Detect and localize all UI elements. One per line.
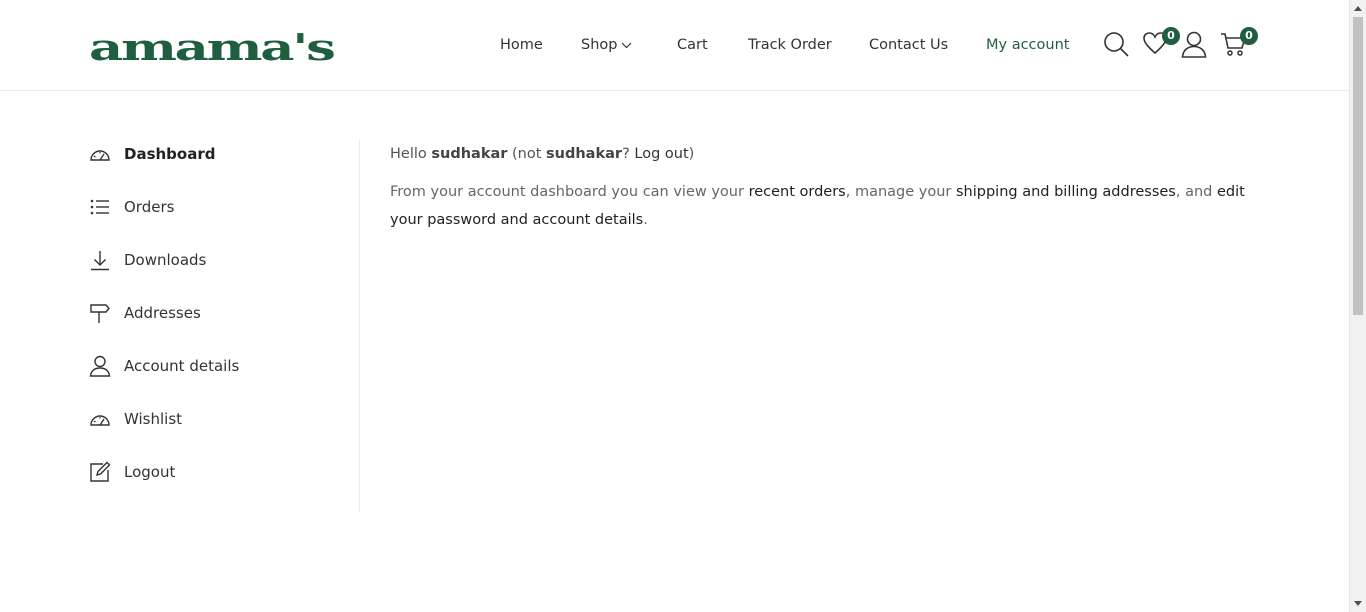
sidebar-item-addresses[interactable]: Addresses (89, 299, 201, 327)
nav-contact-us[interactable]: Contact Us (869, 34, 948, 56)
nav-shop[interactable]: Shop (581, 34, 632, 56)
sidebar-item-label: Orders (124, 198, 175, 216)
nav-shop-label: Shop (581, 37, 618, 53)
recent-orders-link[interactable]: recent orders (749, 184, 846, 200)
nav-cart[interactable]: Cart (677, 34, 708, 56)
user-account-icon[interactable] (1181, 30, 1209, 58)
sidebar-item-downloads[interactable]: Downloads (89, 246, 206, 274)
page-scrollbar[interactable] (1349, 0, 1366, 612)
search-icon[interactable] (1102, 30, 1130, 58)
desc-text-3: , and (1175, 184, 1217, 200)
desc-text-4: . (643, 212, 648, 228)
dashboard-icon (90, 150, 110, 161)
account-dashboard-content: Hello sudhakar (not sudhakar? Log out) F… (390, 140, 1270, 234)
greeting-prefix: Hello (390, 146, 432, 162)
wishlist-count-badge: 0 (1162, 27, 1180, 45)
cart-icon[interactable]: 0 (1220, 27, 1258, 58)
nav-track-order[interactable]: Track Order (748, 34, 832, 56)
greeting-not: (not (507, 146, 547, 162)
scrollbar-thumb[interactable] (1353, 17, 1363, 315)
nav-my-account[interactable]: My account (986, 34, 1069, 56)
desc-text-2: , manage your (845, 184, 956, 200)
sidebar-item-logout[interactable]: Logout (89, 458, 175, 486)
site-logo[interactable]: amama's (89, 29, 336, 66)
sidebar-item-orders[interactable]: Orders (89, 193, 174, 221)
sidebar-item-wishlist[interactable]: Wishlist (89, 405, 182, 433)
cart-count-badge: 0 (1240, 27, 1258, 45)
sidebar-item-label: Addresses (124, 304, 201, 322)
sidebar-item-label: Wishlist (124, 410, 183, 428)
sidebar-item-dashboard[interactable]: Dashboard (89, 140, 215, 168)
scroll-up-arrow[interactable] (1354, 6, 1362, 11)
username: sudhakar (431, 146, 508, 162)
greeting: Hello sudhakar (not sudhakar? Log out) (390, 140, 1270, 168)
logout-link[interactable]: Log out (634, 146, 688, 162)
user-icon (89, 355, 111, 377)
wishlist-icon[interactable]: 0 (1142, 27, 1180, 58)
greeting-close: ) (688, 146, 695, 162)
sidebar-item-label: Downloads (124, 251, 207, 269)
list-icon (90, 199, 109, 215)
sidebar-item-label: Dashboard (124, 145, 216, 163)
sidebar-item-label: Account details (124, 357, 240, 375)
desc-text-1: From your account dashboard you can view… (390, 184, 749, 200)
dashboard-icon (90, 415, 110, 426)
greeting-question: ? (622, 146, 635, 162)
download-icon (91, 251, 109, 271)
edit-icon (90, 461, 111, 482)
username-alt: sudhakar (546, 146, 623, 162)
sidebar-item-label: Logout (124, 463, 176, 481)
nav-home[interactable]: Home (500, 34, 543, 56)
scroll-down-arrow[interactable] (1354, 601, 1362, 606)
dashboard-description: From your account dashboard you can view… (390, 178, 1270, 234)
chevron-down-icon (622, 42, 632, 48)
signpost-icon (90, 304, 110, 323)
account-sidebar: Dashboard Orders Downloads Addresses Acc… (89, 140, 360, 511)
site-header: amama's Home Shop Cart Track Order Conta… (0, 0, 1349, 91)
sidebar-item-account-details[interactable]: Account details (89, 352, 239, 380)
addresses-link[interactable]: shipping and billing addresses (956, 184, 1176, 200)
